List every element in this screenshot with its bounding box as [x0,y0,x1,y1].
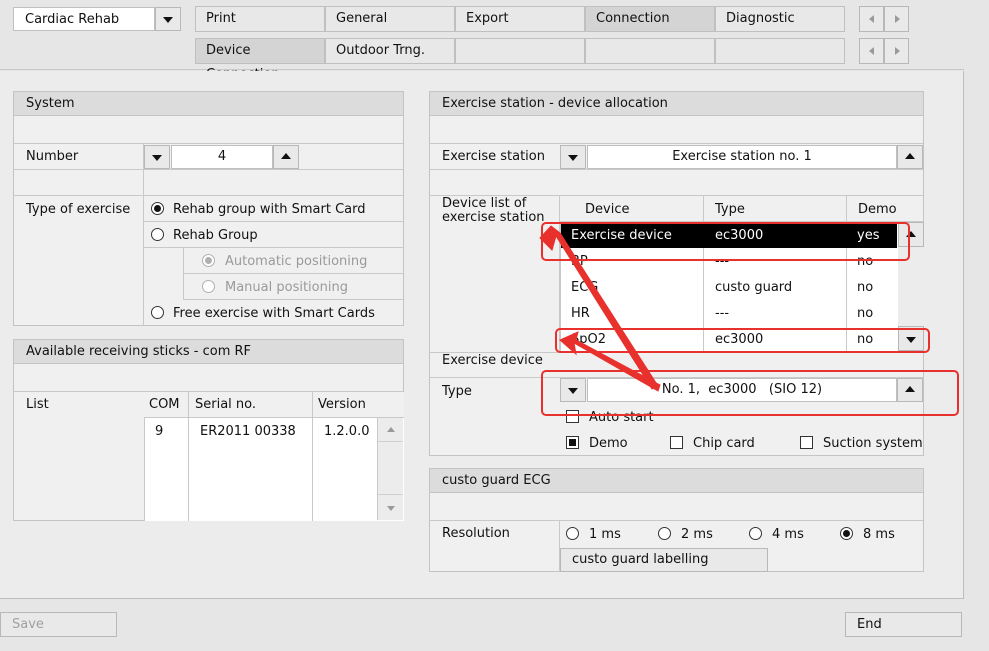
arrow-to-spo2-icon [559,331,661,392]
annotation-arrows [539,225,661,392]
arrow-to-exercise-device-icon [539,225,659,390]
